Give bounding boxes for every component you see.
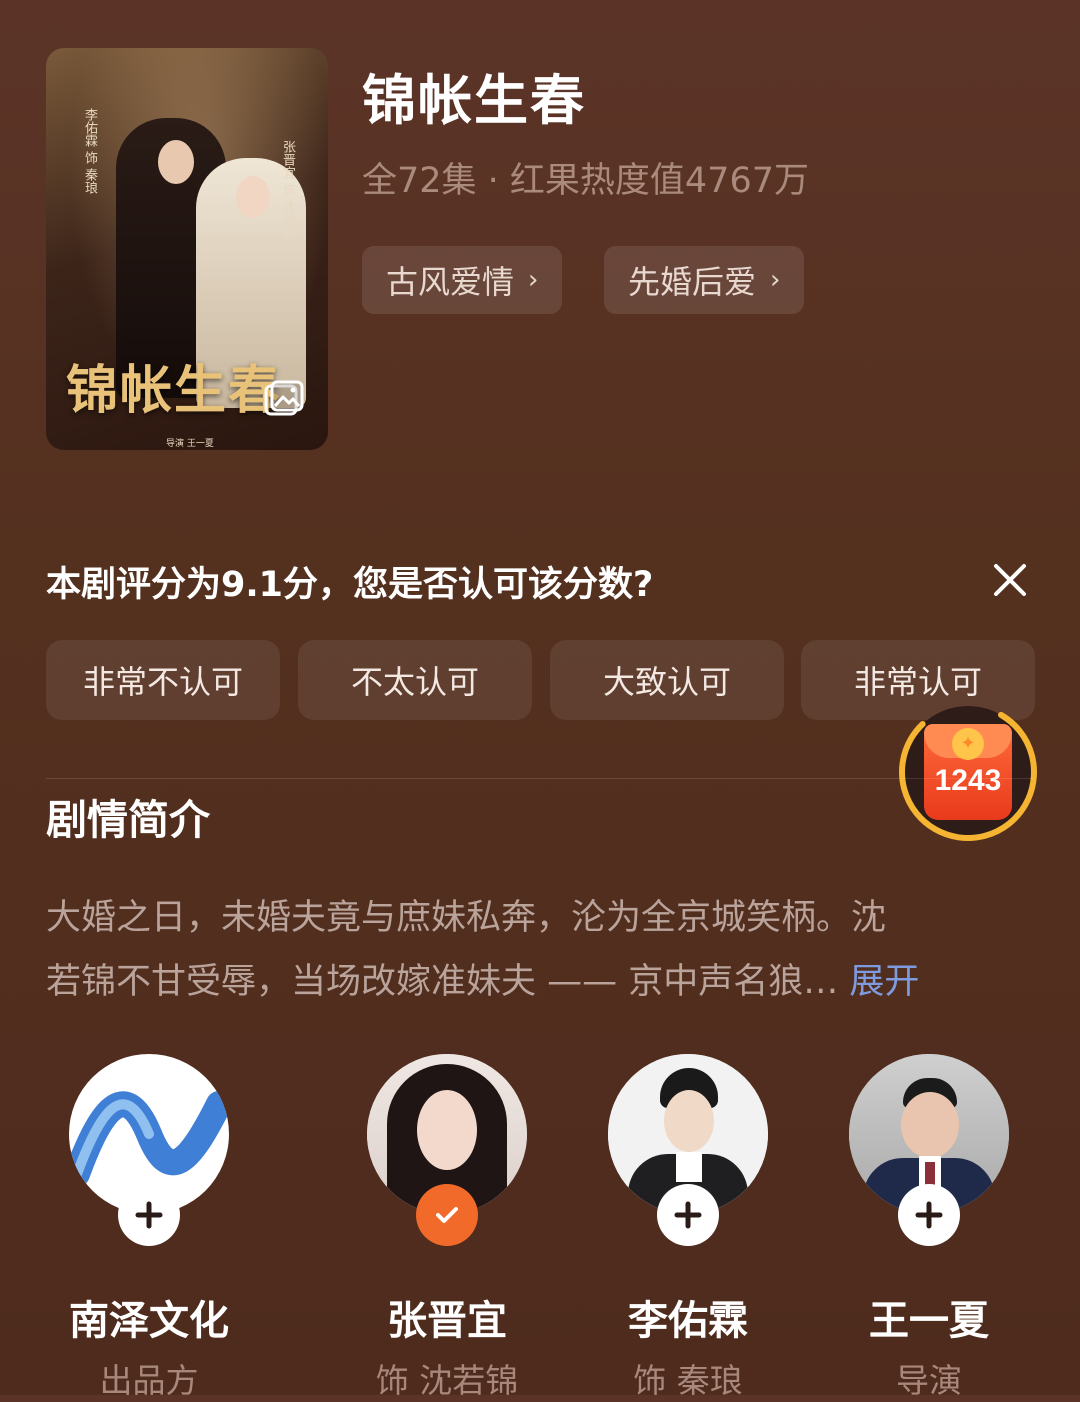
cast-card-actor[interactable]: 李佑霖 饰 秦琅 <box>588 1054 788 1402</box>
poster-credit: 导演 王一夏 <box>166 439 214 449</box>
poster-female-face <box>236 176 270 218</box>
chevron-right-icon: › <box>770 265 781 295</box>
tag-marriage-first[interactable]: 先婚后爱 › <box>604 246 805 314</box>
plus-icon <box>915 1201 943 1229</box>
drama-poster[interactable]: 李佑霖 饰 秦琅 张晋宜 饰 沈若锦 锦帐生春 导演 王一夏 <box>46 48 328 450</box>
cast-card-producer[interactable]: 南泽文化 出品方 <box>49 1054 249 1402</box>
cast-name: 王一夏 <box>869 1298 989 1344</box>
poster-male-face <box>158 140 194 184</box>
synopsis-line-1: 大婚之日，未婚夫竟与庶妹私奔，沦为全京城笑柄。沈 <box>46 898 887 938</box>
cast-card-actress[interactable]: 张晋宜 饰 沈若锦 <box>347 1054 547 1402</box>
cast-name: 李佑霖 <box>628 1298 748 1344</box>
tag-label: 古风爱情 <box>386 263 515 301</box>
chevron-right-icon: › <box>528 265 539 295</box>
avatar[interactable] <box>849 1054 1009 1246</box>
follow-button[interactable] <box>118 1184 180 1246</box>
synopsis-line-2-text: 若锦不甘受辱，当场改嫁准妹夫 —— 京中声名狼… <box>46 962 839 1002</box>
synopsis-heading: 剧情简介 <box>46 796 210 844</box>
coin-icon: ✦ <box>952 728 984 760</box>
reward-count: 1243 <box>934 764 1002 797</box>
tag-ancient-romance[interactable]: 古风爱情 › <box>362 246 563 314</box>
cast-name: 南泽文化 <box>69 1298 229 1344</box>
cast-name: 张晋宜 <box>387 1298 507 1344</box>
check-icon <box>436 1207 458 1223</box>
poster-actor-right: 张晋宜 饰 沈若锦 <box>280 140 295 240</box>
synopsis-line-2: 若锦不甘受辱，当场改嫁准妹夫 —— 京中声名狼… 展开 <box>46 950 1036 1014</box>
rating-option-agree[interactable]: 大致认可 <box>550 640 784 720</box>
followed-button[interactable] <box>416 1184 478 1246</box>
avatar[interactable] <box>69 1054 229 1246</box>
expand-link[interactable]: 展开 <box>849 962 919 1002</box>
section-divider <box>46 778 1034 779</box>
drama-meta: 全72集 · 红果热度值4767万 <box>362 161 809 201</box>
plus-icon <box>135 1201 163 1229</box>
image-icon[interactable] <box>262 380 306 422</box>
poster-actor-left: 李佑霖 饰 秦琅 <box>82 108 97 195</box>
plus-icon <box>674 1201 702 1229</box>
synopsis-text: 大婚之日，未婚夫竟与庶妹私奔，沦为全京城笑柄。沈 若锦不甘受辱，当场改嫁准妹夫 … <box>46 886 1036 1014</box>
rating-option-strongly-disagree[interactable]: 非常不认可 <box>46 640 280 720</box>
avatar[interactable] <box>367 1054 527 1246</box>
tag-label: 先婚后爱 <box>628 263 757 301</box>
cast-card-director[interactable]: 王一夏 导演 <box>829 1054 1029 1402</box>
reward-widget[interactable]: ✦ 1243 <box>896 700 1040 844</box>
follow-button[interactable] <box>898 1184 960 1246</box>
follow-button[interactable] <box>657 1184 719 1246</box>
close-icon[interactable] <box>990 560 1030 600</box>
drama-title: 锦帐生春 <box>362 69 586 132</box>
rating-question: 本剧评分为9.1分，您是否认可该分数? <box>46 565 654 605</box>
rating-option-disagree[interactable]: 不太认可 <box>298 640 532 720</box>
avatar[interactable] <box>608 1054 768 1246</box>
